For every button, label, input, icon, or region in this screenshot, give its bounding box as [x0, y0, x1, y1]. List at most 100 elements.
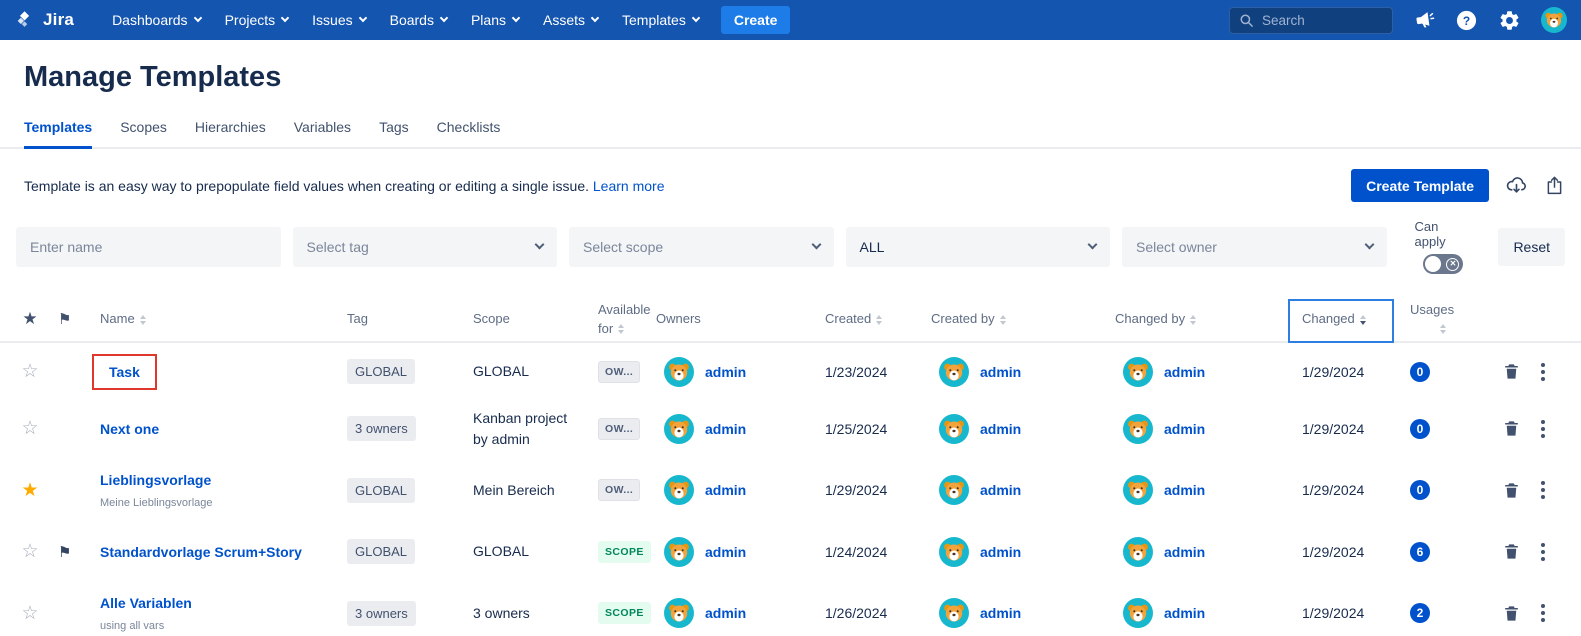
name-filter-input[interactable]	[16, 227, 281, 267]
nav-item-boards[interactable]: Boards	[378, 0, 459, 40]
learn-more-link[interactable]: Learn more	[593, 178, 665, 194]
owner-avatar[interactable]	[664, 475, 694, 505]
owner-avatar[interactable]	[664, 414, 694, 444]
created-by-link[interactable]: admin	[980, 364, 1021, 380]
created-by-link[interactable]: admin	[980, 605, 1021, 621]
template-name-link[interactable]: Next one	[100, 421, 159, 437]
tab-hierarchies[interactable]: Hierarchies	[195, 119, 266, 147]
available-for-chip[interactable]: OW...	[598, 418, 640, 440]
delete-trash-icon[interactable]	[1502, 481, 1521, 500]
star-icon[interactable]: ☆	[16, 602, 44, 625]
owner-avatar[interactable]	[664, 537, 694, 567]
changed-by-link[interactable]: admin	[1164, 482, 1205, 498]
kebab-menu-icon[interactable]	[1538, 478, 1548, 502]
owner-link[interactable]: admin	[705, 482, 746, 498]
header-available-for[interactable]: Available for	[586, 301, 644, 339]
project-filter-select[interactable]: ALL	[846, 227, 1111, 267]
changed-by-avatar[interactable]	[1123, 475, 1153, 505]
header-changed[interactable]: Changed	[1290, 310, 1398, 329]
kebab-menu-icon[interactable]	[1538, 360, 1548, 384]
owner-filter-select[interactable]: Select owner	[1122, 227, 1387, 267]
header-created-by[interactable]: Created by	[919, 310, 1103, 329]
sort-icon[interactable]	[876, 315, 882, 325]
nav-item-assets[interactable]: Assets	[531, 0, 610, 40]
changed-by-link[interactable]: admin	[1164, 364, 1205, 380]
template-name-link[interactable]: Standardvorlage Scrum+Story	[100, 544, 302, 560]
nav-item-templates[interactable]: Templates	[610, 0, 711, 40]
template-name-link[interactable]: Lieblingsvorlage	[100, 472, 211, 488]
delete-trash-icon[interactable]	[1502, 362, 1521, 381]
jira-logo[interactable]: Jira	[14, 9, 74, 31]
header-changed-by[interactable]: Changed by	[1103, 310, 1290, 329]
available-for-chip[interactable]: SCOPE	[598, 541, 651, 563]
template-name-link[interactable]: Alle Variablen	[100, 595, 192, 611]
can-apply-toggle[interactable]: ✕	[1423, 254, 1463, 274]
header-usages[interactable]: Usages	[1398, 301, 1466, 339]
nav-item-dashboards[interactable]: Dashboards	[100, 0, 213, 40]
nav-item-plans[interactable]: Plans	[459, 0, 531, 40]
help-icon[interactable]: ?	[1455, 9, 1478, 32]
delete-trash-icon[interactable]	[1502, 542, 1521, 561]
scope-filter-select[interactable]: Select scope	[569, 227, 834, 267]
announcements-icon[interactable]	[1413, 9, 1435, 31]
star-icon[interactable]: ☆	[16, 540, 44, 563]
tab-scopes[interactable]: Scopes	[120, 119, 167, 147]
owner-link[interactable]: admin	[705, 605, 746, 621]
star-icon[interactable]: ☆	[16, 360, 44, 383]
reset-button[interactable]: Reset	[1498, 228, 1565, 266]
star-icon[interactable]: ☆	[16, 417, 44, 440]
nav-item-issues[interactable]: Issues	[300, 0, 377, 40]
export-share-icon[interactable]	[1544, 175, 1565, 196]
created-by-avatar[interactable]	[939, 598, 969, 628]
star-column-header-icon[interactable]: ★	[16, 307, 44, 332]
owner-avatar[interactable]	[664, 598, 694, 628]
sort-icon[interactable]	[1190, 315, 1196, 325]
available-for-chip[interactable]: SCOPE	[598, 602, 651, 624]
created-by-avatar[interactable]	[939, 414, 969, 444]
search-input[interactable]: Search	[1229, 7, 1393, 34]
changed-by-link[interactable]: admin	[1164, 605, 1205, 621]
kebab-menu-icon[interactable]	[1538, 417, 1548, 441]
header-name[interactable]: Name	[88, 310, 335, 329]
tab-checklists[interactable]: Checklists	[437, 119, 501, 147]
kebab-menu-icon[interactable]	[1538, 540, 1548, 564]
created-by-link[interactable]: admin	[980, 544, 1021, 560]
create-button[interactable]: Create	[721, 6, 791, 34]
changed-by-link[interactable]: admin	[1164, 421, 1205, 437]
created-by-link[interactable]: admin	[980, 482, 1021, 498]
import-cloud-download-icon[interactable]	[1505, 174, 1528, 197]
sort-icon[interactable]	[140, 315, 146, 325]
available-for-chip[interactable]: OW...	[598, 361, 640, 383]
created-by-avatar[interactable]	[939, 357, 969, 387]
changed-by-avatar[interactable]	[1123, 414, 1153, 444]
changed-by-avatar[interactable]	[1123, 357, 1153, 387]
changed-by-avatar[interactable]	[1123, 537, 1153, 567]
available-for-chip[interactable]: OW...	[598, 479, 640, 501]
star-icon[interactable]: ★	[16, 479, 44, 502]
delete-trash-icon[interactable]	[1502, 604, 1521, 623]
settings-gear-icon[interactable]	[1498, 9, 1521, 32]
owner-link[interactable]: admin	[705, 421, 746, 437]
tab-variables[interactable]: Variables	[294, 119, 351, 147]
sort-icon-active-desc[interactable]	[1360, 315, 1366, 325]
template-name-link[interactable]: Task	[109, 364, 140, 380]
tab-tags[interactable]: Tags	[379, 119, 409, 147]
owner-link[interactable]: admin	[705, 544, 746, 560]
flag-column-header-icon[interactable]: ⚑	[44, 309, 88, 331]
tag-filter-select[interactable]: Select tag	[293, 227, 558, 267]
created-by-avatar[interactable]	[939, 475, 969, 505]
sort-icon[interactable]	[1000, 315, 1006, 325]
user-avatar[interactable]	[1541, 7, 1567, 33]
created-by-avatar[interactable]	[939, 537, 969, 567]
header-created[interactable]: Created	[813, 310, 919, 329]
tab-templates[interactable]: Templates	[24, 119, 92, 149]
created-by-link[interactable]: admin	[980, 421, 1021, 437]
changed-by-avatar[interactable]	[1123, 598, 1153, 628]
owner-link[interactable]: admin	[705, 364, 746, 380]
sort-icon[interactable]	[1440, 324, 1446, 334]
create-template-button[interactable]: Create Template	[1351, 169, 1489, 202]
changed-by-link[interactable]: admin	[1164, 544, 1205, 560]
kebab-menu-icon[interactable]	[1538, 601, 1548, 625]
nav-item-projects[interactable]: Projects	[213, 0, 301, 40]
owner-avatar[interactable]	[664, 357, 694, 387]
